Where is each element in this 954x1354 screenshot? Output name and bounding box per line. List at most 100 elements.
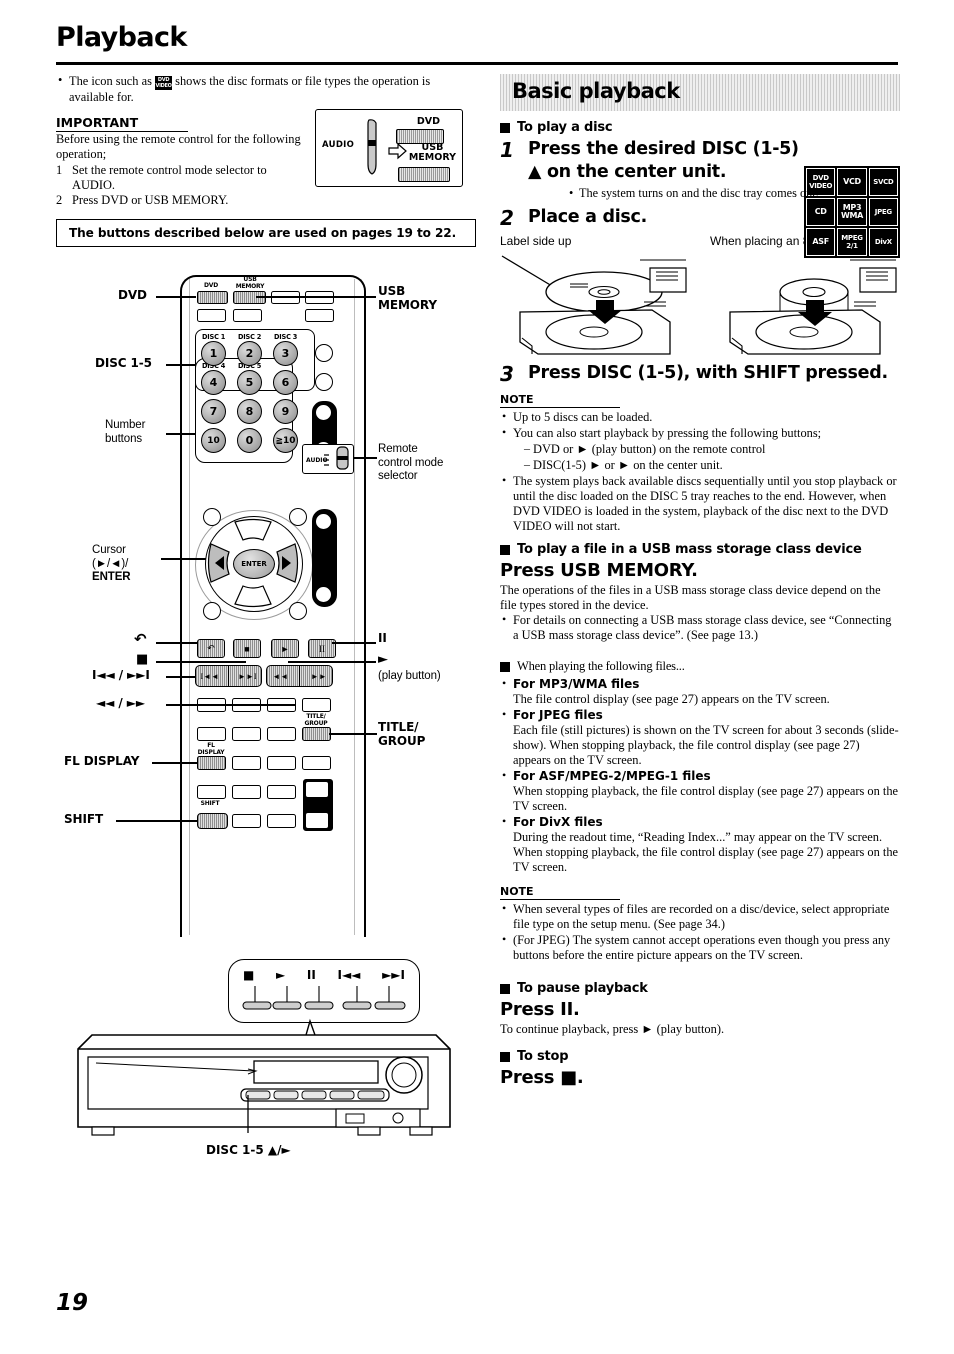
important-lead: Before using the remote control for the … (56, 132, 301, 162)
bottom-key-r2c3[interactable] (267, 727, 296, 742)
disc-tag-3: DISC 3 (274, 333, 298, 342)
remote-dvd-key[interactable] (197, 291, 228, 305)
note-1-sublist: DVD or ► (play button) on the remote con… (520, 441, 900, 473)
step-1-bullet: The system turns on and the disc tray co… (568, 186, 868, 201)
basic-playback-title: Basic playback (512, 79, 680, 103)
manual-page: Playback • The icon such as DVD VIDEO sh… (0, 0, 954, 1354)
rocker-knob-top (316, 405, 331, 421)
lead-cursor (161, 558, 206, 560)
search-back-icon[interactable]: ◄◄ (272, 672, 288, 681)
file-type-list: For MP3/WMA files The file control displ… (500, 676, 900, 875)
dvd-video-icon: DVD VIDEO (155, 76, 173, 90)
title-group-key[interactable] (302, 727, 331, 742)
bullet-square-icon (500, 123, 510, 133)
file-type-title: For ASF/MPEG-2/MPEG-1 files (513, 769, 711, 783)
lower-rocker-knob-top (316, 514, 331, 530)
format-badge-divx: DivX (868, 228, 898, 256)
format-badge-jpeg: JPEG (868, 198, 898, 226)
usb-play-heading: To play a file in a USB mass storage cla… (500, 542, 900, 557)
shift-key-label: SHIFT (200, 800, 220, 808)
callout-stop: ■ (136, 652, 149, 668)
bottom-key-r4c2[interactable] (232, 785, 261, 800)
remote-usb-key[interactable] (233, 291, 266, 305)
bottom-key-r1c4[interactable] (302, 698, 331, 713)
note-1-subitem: DISC(1-5) ► or ► on the center unit. (520, 457, 900, 473)
arrow-right-icon (388, 142, 407, 160)
format-badge-mp3-wma: MP3 WMA (837, 198, 867, 226)
usb-bullet-list: For details on connecting a USB mass sto… (500, 612, 900, 643)
bottom-key-r3c4[interactable] (302, 756, 331, 771)
return-key[interactable]: ↶ (197, 639, 225, 659)
important-step: 2 Press DVD or USB MEMORY. (56, 193, 308, 208)
note-2-item: When several types of files are recorded… (500, 901, 900, 932)
inset-audio-label: AUDIO (322, 140, 355, 150)
remote-lower-rocker[interactable] (312, 509, 337, 608)
bottom-key-r4c3[interactable] (267, 785, 296, 800)
file-type-item: For JPEG files Each file (still pictures… (500, 707, 900, 768)
callout-pause: II (378, 631, 387, 646)
file-type-title: For JPEG files (513, 708, 603, 722)
play-key[interactable]: ► (271, 639, 299, 659)
step-text: Set the remote control mode selector to … (72, 162, 267, 192)
skip-keys[interactable]: I◄◄ ►►I (195, 665, 262, 688)
bottom-key-r3c2[interactable] (232, 756, 261, 771)
callout-fl-display: FL DISPLAY (64, 754, 140, 769)
usb-body: The operations of the files in a USB mas… (500, 583, 881, 612)
search-keys[interactable]: ◄◄ ►► (266, 665, 333, 688)
file-type-title: For DivX files (513, 815, 603, 829)
title-group-key-label: TITLE/ GROUP (304, 713, 328, 727)
remote-top-key-4[interactable] (305, 291, 334, 305)
lower-rocker-knob-bottom (316, 587, 331, 603)
tray-left: Label side up (500, 234, 690, 358)
important-steps: 1 Set the remote control mode selector to… (56, 163, 308, 209)
stop-heading: To stop (500, 1049, 900, 1064)
skip-back-icon[interactable]: I◄◄ (200, 672, 219, 681)
step-number: 1 (56, 162, 63, 177)
remote-usb-key-label: USB MEMORY (235, 276, 265, 290)
right-column: Basic playback DVD VIDEO VCD SVCD CD MP3 W… (500, 74, 900, 1090)
remote-row2-key-1[interactable] (197, 309, 226, 323)
remote-top-key-3[interactable] (271, 291, 300, 305)
note-1-item: Up to 5 discs can be loaded. (500, 409, 900, 425)
lead-shift (116, 820, 198, 822)
press-stop: Press ■. (500, 1067, 584, 1088)
bottom-key-r5c2[interactable] (232, 814, 261, 829)
format-badge-cd: CD (806, 198, 836, 226)
fl-display-key[interactable] (197, 756, 226, 771)
lead-play (288, 661, 376, 663)
page-title: Playback (56, 22, 187, 53)
shift-key[interactable] (197, 813, 228, 830)
bottom-key-r3c3[interactable] (267, 756, 296, 771)
lead-skip (166, 676, 196, 678)
pause-body: To continue playback, press ► (play butt… (500, 1022, 725, 1036)
remote-row2-key-3[interactable] (305, 309, 334, 323)
bottom-key-r5c3[interactable] (267, 814, 296, 829)
search-fwd-icon[interactable]: ►► (311, 672, 327, 681)
center-unit-illustration (77, 1019, 451, 1137)
skip-fwd-icon[interactable]: ►►I (238, 672, 257, 681)
tray-caption-left: Label side up (500, 234, 572, 248)
callout-number-buttons: Number buttons (105, 419, 146, 445)
bottom-key-r2c1[interactable] (197, 727, 226, 742)
lead-stop (156, 661, 246, 663)
bottom-key-r2c2[interactable] (232, 727, 261, 742)
file-type-body: The file control display (see page 27) a… (513, 692, 830, 706)
stop-key[interactable]: ■ (233, 639, 261, 659)
usb-bullet: For details on connecting a USB mass sto… (500, 612, 900, 643)
callout-return: ↶ (134, 630, 147, 649)
callout-play: ► (378, 652, 388, 668)
bottom-rocker[interactable] (303, 779, 333, 832)
step-3-text: Press DISC (1-5), with SHIFT pressed. (528, 363, 888, 383)
remote-row2-key-2[interactable] (233, 309, 262, 323)
bullet-square-icon (500, 545, 510, 555)
step-number: 2 (56, 193, 63, 208)
step-text: Press DVD or USB MEMORY. (72, 193, 229, 208)
file-type-body: During the readout time, “Reading Index.… (513, 830, 899, 874)
bottom-key-r4c1[interactable] (197, 785, 226, 800)
note-block-2: NOTE When several types of files are rec… (500, 882, 900, 963)
fl-display-key-label: FL DISPLAY (197, 742, 225, 756)
bottom-rocker-top (306, 782, 328, 798)
note-1-last: The system plays back available discs se… (500, 473, 900, 534)
unit-stop-icon: ■ (243, 968, 255, 983)
lead-dvd (156, 296, 196, 298)
